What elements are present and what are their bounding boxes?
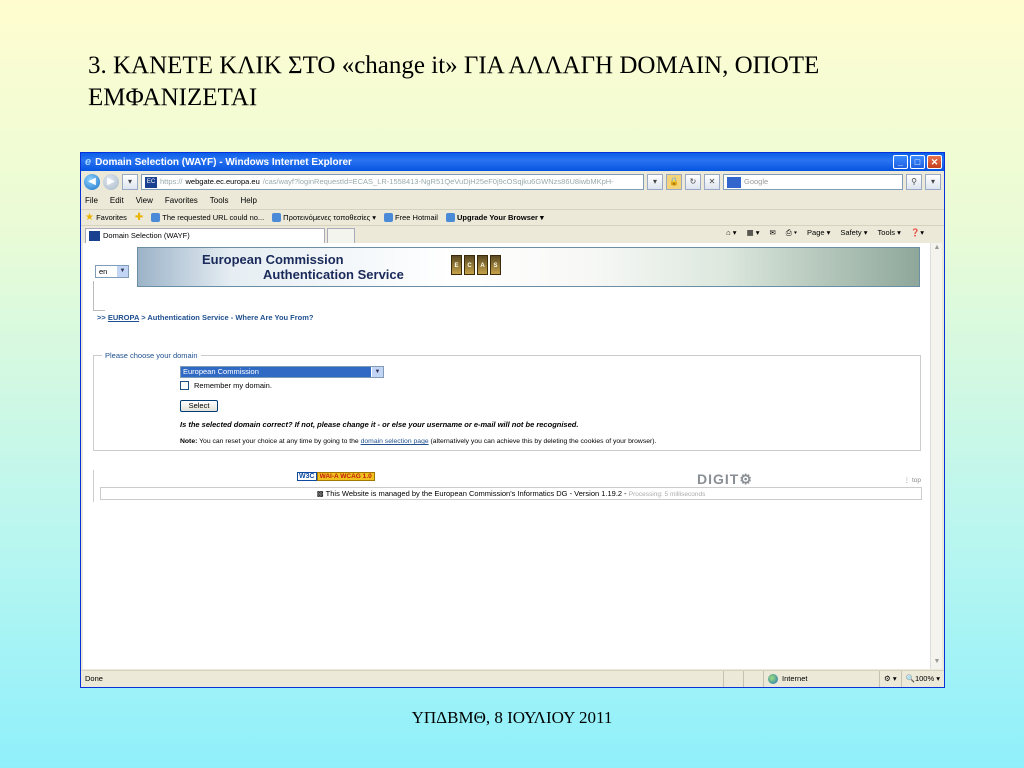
new-tab-button[interactable]: [327, 228, 355, 243]
slide-title: 3. ΚΑΝΕΤΕ ΚΛΙΚ ΣΤΟ «change it» ΓΙΑ ΑΛΛΑΓ…: [88, 52, 820, 111]
back-button[interactable]: ◀: [84, 174, 100, 190]
fav-item-upgrade-browser[interactable]: Upgrade Your Browser ▾: [445, 213, 544, 223]
language-select[interactable]: en ▼: [95, 265, 129, 278]
site-favicon-icon: EC: [145, 176, 157, 188]
ecas-logo: E C A S: [451, 255, 501, 275]
search-icon[interactable]: ⚲: [906, 174, 922, 190]
status-text: Done: [85, 674, 103, 683]
domain-fieldset: Please choose your domain European Commi…: [93, 351, 921, 451]
url-path: /cas/wayf?loginRequestId=ECAS_LR-1558413…: [262, 177, 614, 186]
search-placeholder: Google: [744, 177, 769, 186]
window-title: Domain Selection (WAYF) - Windows Intern…: [95, 156, 352, 168]
minimize-button[interactable]: _: [893, 155, 908, 169]
home-icon[interactable]: ⌂ ▾: [726, 228, 736, 238]
page-icon: [272, 213, 282, 223]
fav-item-suggested-sites[interactable]: Προτεινόμενες τοποθεσίες ▾: [272, 213, 376, 223]
breadcrumb: >> EUROPA > Authentication Service - Whe…: [97, 313, 314, 322]
history-dropdown-icon[interactable]: ▾: [122, 174, 138, 190]
domain-note: Note: You can reset your choice at any t…: [180, 438, 657, 445]
page-menu[interactable]: Page ▾: [807, 228, 830, 238]
maximize-button[interactable]: □: [910, 155, 925, 169]
mail-icon[interactable]: ✉: [770, 228, 776, 238]
url-input[interactable]: EC https://webgate.ec.europa.eu/cas/wayf…: [141, 174, 644, 190]
browser-window: e Domain Selection (WAYF) - Windows Inte…: [80, 152, 945, 688]
forward-button[interactable]: ▶: [103, 174, 119, 190]
site-favicon-icon: [89, 231, 100, 241]
header-row: en ▼ European Commission Authentication …: [91, 247, 923, 311]
feeds-icon[interactable]: ▦ ▾: [747, 228, 760, 238]
banner-title: European Commission: [202, 252, 344, 267]
security-zone[interactable]: Internet: [763, 671, 879, 687]
remember-domain-label: Remember my domain.: [194, 381, 272, 390]
status-bar: Done Internet ⚙ ▾ 🔍100% ▾: [81, 670, 944, 687]
slide-footer: ΥΠΔΒΜΘ, 8 ΙΟΥΛΙΟΥ 2011: [411, 708, 613, 727]
ie-logo-icon: e: [85, 156, 92, 168]
ec-flag-icon: ▩: [316, 489, 324, 498]
tab-bar: Domain Selection (WAYF) ⌂ ▾ ▦ ▾ ✉ ⎙ ▾ Pa…: [81, 225, 944, 243]
digit-logo: DIGIT⚙: [697, 471, 753, 487]
search-input[interactable]: Google: [723, 174, 903, 190]
menu-file[interactable]: File: [85, 193, 98, 209]
menu-edit[interactable]: Edit: [110, 193, 124, 209]
search-options-icon[interactable]: ▾: [925, 174, 941, 190]
favorites-button[interactable]: ★ Favorites: [85, 212, 127, 223]
fav-item-requested-url[interactable]: The requested URL could no...: [151, 213, 264, 223]
print-icon[interactable]: ⎙ ▾: [786, 228, 797, 238]
chevron-down-icon: ▼: [117, 266, 128, 277]
menu-favorites[interactable]: Favorites: [165, 193, 198, 209]
domain-question: Is the selected domain correct? If not, …: [180, 420, 579, 429]
page-icon: [445, 213, 455, 223]
close-button[interactable]: ✕: [927, 155, 942, 169]
scroll-up-icon[interactable]: ▲: [932, 244, 942, 254]
zoom-control[interactable]: 🔍100% ▾: [900, 671, 944, 687]
vertical-scrollbar[interactable]: ▲ ▼: [930, 243, 942, 669]
window-titlebar: e Domain Selection (WAYF) - Windows Inte…: [81, 153, 944, 171]
google-logo-icon: [727, 176, 741, 188]
protected-mode-icon[interactable]: ⚙ ▾: [879, 671, 901, 687]
page-icon: [151, 213, 161, 223]
web-page: en ▼ European Commission Authentication …: [91, 243, 923, 669]
domain-selected-value: European Commission: [181, 367, 371, 377]
menu-view[interactable]: View: [136, 193, 153, 209]
ecas-banner: European Commission Authentication Servi…: [137, 247, 920, 287]
url-host: webgate.ec.europa.eu: [185, 177, 260, 186]
tools-menu[interactable]: Tools ▾: [878, 228, 901, 238]
favorites-bar: ★ Favorites ✚ The requested URL could no…: [81, 209, 944, 225]
safety-menu[interactable]: Safety ▾: [840, 228, 867, 238]
menu-bar: File Edit View Favorites Tools Help: [81, 193, 944, 209]
fav-item-hotmail[interactable]: Free Hotmail: [384, 213, 438, 223]
url-dropdown-icon[interactable]: ▾: [647, 174, 663, 190]
breadcrumb-europa-link[interactable]: EUROPA: [108, 313, 139, 322]
help-icon[interactable]: ❓▾: [911, 228, 924, 238]
page-footer: W3C WAI-A WCAG 1.0 DIGIT⚙ ⋮ top ▩ This W…: [93, 470, 922, 502]
globe-icon: [768, 674, 779, 684]
remember-domain-checkbox[interactable]: [180, 381, 189, 390]
url-scheme: https://: [160, 177, 183, 186]
domain-legend: Please choose your domain: [102, 351, 201, 360]
refresh-icon[interactable]: ↻: [685, 174, 701, 190]
star-icon: ★: [85, 212, 94, 223]
domain-select[interactable]: European Commission ▼: [180, 366, 384, 378]
add-favorite-icon[interactable]: ✚: [135, 212, 143, 223]
top-link[interactable]: ⋮ top: [904, 476, 921, 484]
menu-help[interactable]: Help: [240, 193, 256, 209]
command-bar: ⌂ ▾ ▦ ▾ ✉ ⎙ ▾ Page ▾ Safety ▾ Tools ▾ ❓▾: [726, 228, 924, 238]
menu-tools[interactable]: Tools: [210, 193, 229, 209]
page-viewport: en ▼ European Commission Authentication …: [83, 243, 942, 669]
w3c-wai-badge[interactable]: W3C WAI-A WCAG 1.0: [297, 472, 375, 481]
chevron-down-icon: ▼: [372, 367, 383, 377]
scroll-down-icon[interactable]: ▼: [932, 658, 942, 668]
remember-domain: Remember my domain.: [180, 381, 272, 390]
lock-icon[interactable]: 🔒: [666, 174, 682, 190]
decorative-divider: [93, 281, 105, 311]
address-bar: ◀ ▶ ▾ EC https://webgate.ec.europa.eu/ca…: [81, 171, 944, 193]
domain-selection-page-link[interactable]: domain selection page: [361, 438, 429, 445]
tab-domain-selection[interactable]: Domain Selection (WAYF): [85, 228, 325, 243]
banner-subtitle: Authentication Service: [263, 267, 404, 282]
footer-info-bar: ▩ This Website is managed by the Europea…: [100, 487, 922, 500]
select-button[interactable]: Select: [180, 400, 218, 412]
stop-icon[interactable]: ✕: [704, 174, 720, 190]
page-icon: [384, 213, 394, 223]
